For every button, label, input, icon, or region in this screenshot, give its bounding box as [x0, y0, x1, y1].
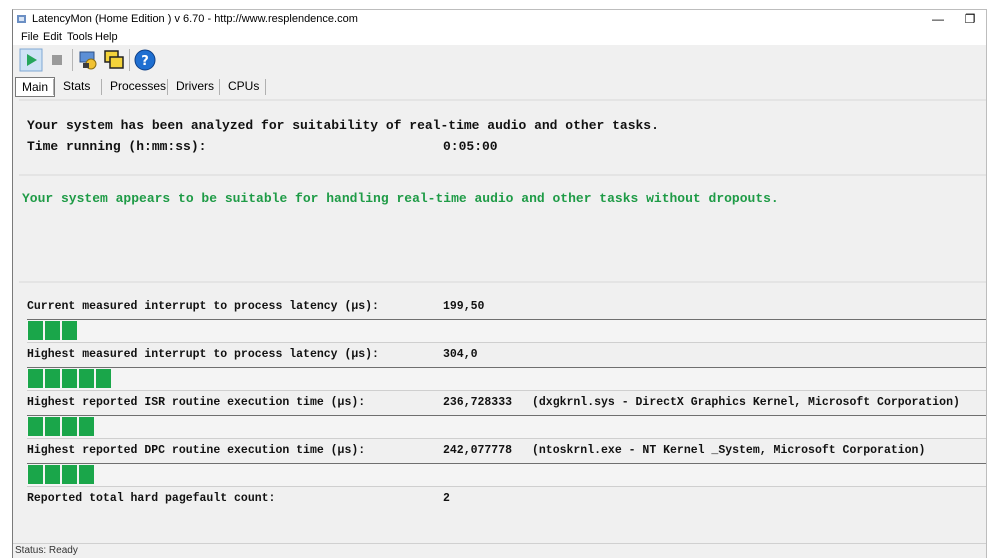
metric-label: Highest reported ISR routine execution t… — [27, 396, 366, 409]
bar-segment — [45, 369, 60, 388]
bar-segment — [45, 321, 60, 340]
metrics-panel: Current measured interrupt to process la… — [19, 281, 986, 533]
summary-line: Your system has been analyzed for suitab… — [27, 118, 659, 133]
tab-separator — [101, 79, 102, 95]
metric-value: 236,728333 — [443, 396, 513, 409]
bar-segment — [28, 417, 43, 436]
menu-help[interactable]: Help — [95, 31, 118, 43]
title-bar: LatencyMon (Home Edition ) v 6.70 - http… — [13, 10, 986, 30]
bar-fill — [28, 465, 96, 484]
bar-fill — [28, 321, 79, 340]
bar-fill — [28, 369, 113, 388]
minimize-button[interactable]: — — [924, 10, 952, 30]
status-bar: Status: Ready — [13, 543, 986, 558]
bar-segment — [62, 369, 77, 388]
tab-processes[interactable]: Processes — [106, 76, 170, 96]
bar-segment — [62, 465, 77, 484]
status-text: Status: Ready — [15, 545, 78, 556]
metric-detail: (ntoskrnl.exe - NT Kernel _System, Micro… — [532, 444, 926, 457]
latency-bar — [27, 463, 986, 487]
bar-segment — [79, 369, 94, 388]
svg-text:?: ? — [141, 54, 149, 69]
bar-segment — [28, 465, 43, 484]
bar-segment — [96, 369, 111, 388]
bar-segment — [28, 369, 43, 388]
time-running-label: Time running (h:mm:ss): — [27, 139, 207, 154]
bar-segment — [79, 417, 94, 436]
tab-separator — [53, 79, 54, 95]
help-icon[interactable]: ? — [133, 48, 157, 72]
bar-segment — [45, 417, 60, 436]
menu-edit[interactable]: Edit — [43, 31, 62, 43]
bar-segment — [45, 465, 60, 484]
metric-value: 242,077778 — [443, 444, 513, 457]
menu-file[interactable]: File — [21, 31, 39, 43]
bar-segment — [28, 321, 43, 340]
verdict-text: Your system appears to be suitable for h… — [22, 191, 779, 206]
metric-label: Highest reported DPC routine execution t… — [27, 444, 366, 457]
verdict-panel: Your system appears to be suitable for h… — [19, 174, 986, 282]
window-title: LatencyMon (Home Edition ) v 6.70 - http… — [32, 13, 358, 25]
pagefault-label: Reported total hard pagefault count: — [27, 492, 276, 505]
metric-value: 304,0 — [443, 348, 478, 361]
play-icon[interactable] — [19, 48, 43, 72]
app-icon — [17, 15, 26, 23]
pagefault-value: 2 — [443, 492, 450, 505]
process-icon[interactable] — [77, 48, 101, 72]
time-running-value: 0:05:00 — [443, 139, 498, 154]
toolbar-separator — [129, 49, 130, 71]
tab-drivers[interactable]: Drivers — [172, 76, 218, 96]
latency-bar — [27, 415, 986, 439]
windows-icon[interactable] — [102, 48, 126, 72]
bar-segment — [62, 417, 77, 436]
metric-label: Current measured interrupt to process la… — [27, 300, 379, 313]
latencymon-window: LatencyMon (Home Edition ) v 6.70 - http… — [12, 9, 987, 558]
metric-value: 199,50 — [443, 300, 485, 313]
bar-fill — [28, 417, 96, 436]
stop-icon[interactable] — [45, 48, 69, 72]
latency-bar — [27, 319, 986, 343]
metric-detail: (dxgkrnl.sys - DirectX Graphics Kernel, … — [532, 396, 960, 409]
restore-button[interactable]: ❐ — [956, 10, 984, 30]
bar-segment — [79, 465, 94, 484]
bar-segment — [62, 321, 77, 340]
summary-panel: Your system has been analyzed for suitab… — [19, 99, 986, 175]
toolbar: ? — [13, 45, 986, 75]
tab-cpus[interactable]: CPUs — [224, 76, 263, 96]
menu-bar: File Edit Tools Help — [13, 30, 986, 45]
tab-stats[interactable]: Stats — [59, 76, 94, 96]
toolbar-separator — [72, 49, 73, 71]
tab-separator — [265, 79, 266, 95]
tab-separator — [167, 79, 168, 95]
latency-bar — [27, 367, 986, 391]
metric-label: Highest measured interrupt to process la… — [27, 348, 379, 361]
tab-strip: Main Stats Processes Drivers CPUs — [13, 76, 986, 98]
tab-separator — [219, 79, 220, 95]
menu-tools[interactable]: Tools — [67, 31, 93, 43]
tab-main[interactable]: Main — [15, 77, 55, 97]
